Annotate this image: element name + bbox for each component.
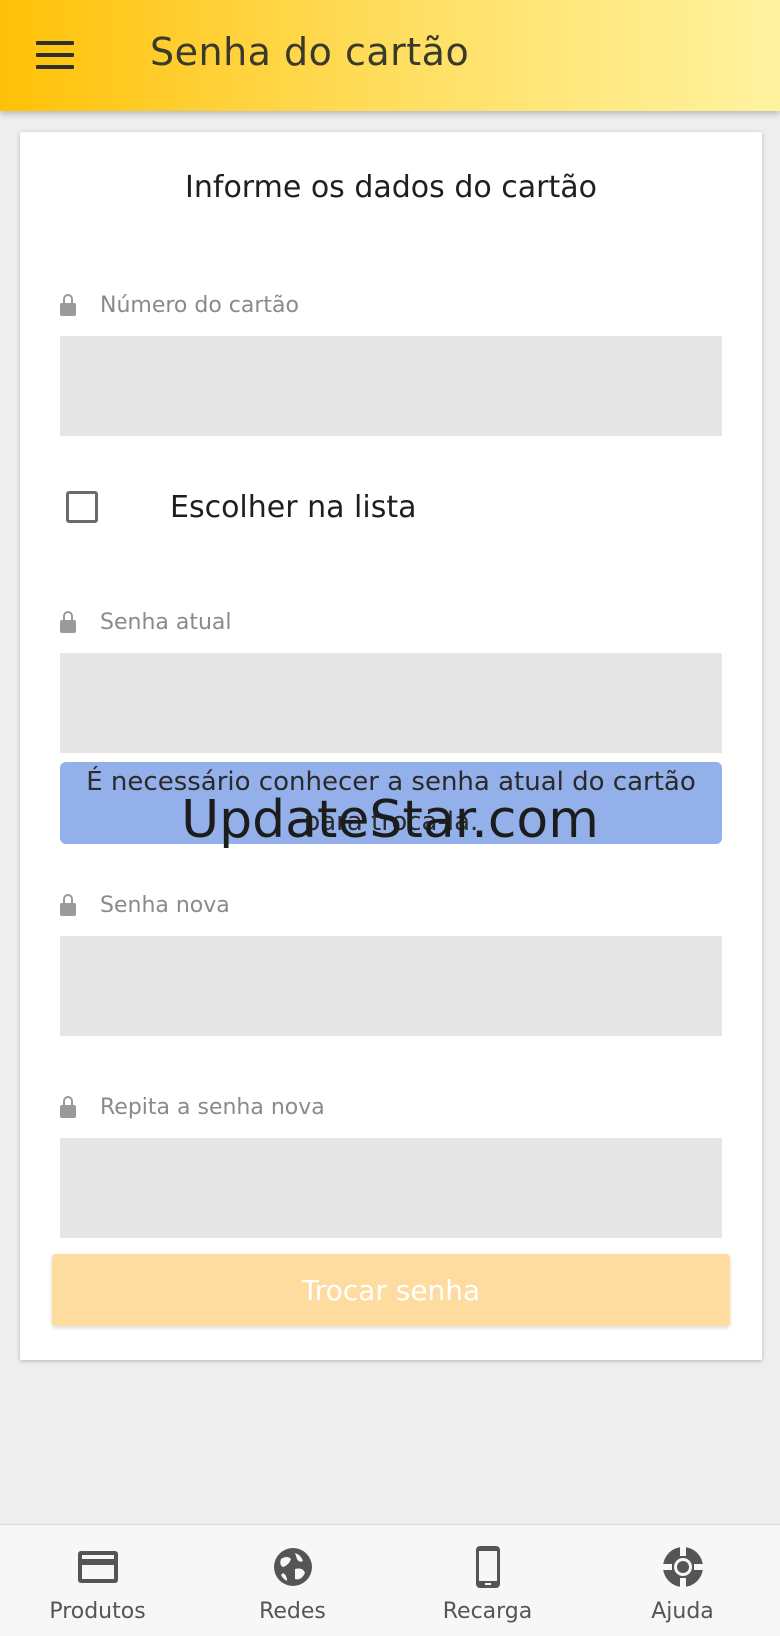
- menu-icon[interactable]: [36, 41, 74, 69]
- lock-icon: [60, 294, 76, 316]
- card-number-input[interactable]: [60, 336, 722, 436]
- card-number-label-text: Número do cartão: [100, 292, 299, 318]
- choose-from-list-checkbox[interactable]: [66, 491, 98, 523]
- card-number-label: Número do cartão: [60, 290, 299, 320]
- new-password-label-text: Senha nova: [100, 892, 230, 918]
- globe-icon: [273, 1548, 312, 1586]
- info-message: É necessário conhecer a senha atual do c…: [60, 762, 722, 844]
- lock-icon: [60, 894, 76, 916]
- lock-icon: [60, 1096, 76, 1118]
- nav-label-produtos: Produtos: [49, 1599, 146, 1624]
- nav-item-redes[interactable]: Redes: [195, 1525, 390, 1636]
- new-password-label: Senha nova: [60, 890, 230, 920]
- nav-label-redes: Redes: [259, 1599, 326, 1624]
- change-password-button[interactable]: Trocar senha: [52, 1254, 730, 1326]
- lifebuoy-icon: [662, 1547, 703, 1587]
- choose-from-list-label: Escolher na lista: [170, 489, 417, 525]
- nav-item-recarga[interactable]: Recarga: [390, 1525, 585, 1636]
- current-password-label-text: Senha atual: [100, 609, 232, 635]
- choose-from-list-row[interactable]: Escolher na lista: [66, 482, 417, 532]
- form-card: Informe os dados do cartão Número do car…: [20, 132, 762, 1360]
- repeat-password-input[interactable]: [60, 1138, 722, 1238]
- page-title: Senha do cartão: [150, 30, 470, 74]
- phone-icon: [475, 1546, 500, 1588]
- credit-card-icon: [77, 1551, 118, 1583]
- nav-item-ajuda[interactable]: Ajuda: [585, 1525, 780, 1636]
- form-title: Informe os dados do cartão: [185, 170, 597, 205]
- new-password-input[interactable]: [60, 936, 722, 1036]
- repeat-password-label: Repita a senha nova: [60, 1092, 325, 1122]
- lock-icon: [60, 611, 76, 633]
- bottom-nav: Produtos Redes Recarga Ajuda: [0, 1524, 780, 1636]
- app-bar: Senha do cartão: [0, 0, 780, 111]
- nav-label-ajuda: Ajuda: [651, 1599, 714, 1624]
- current-password-input[interactable]: [60, 653, 722, 753]
- repeat-password-label-text: Repita a senha nova: [100, 1094, 325, 1120]
- nav-item-produtos[interactable]: Produtos: [0, 1525, 195, 1636]
- nav-label-recarga: Recarga: [442, 1599, 533, 1624]
- current-password-label: Senha atual: [60, 607, 232, 637]
